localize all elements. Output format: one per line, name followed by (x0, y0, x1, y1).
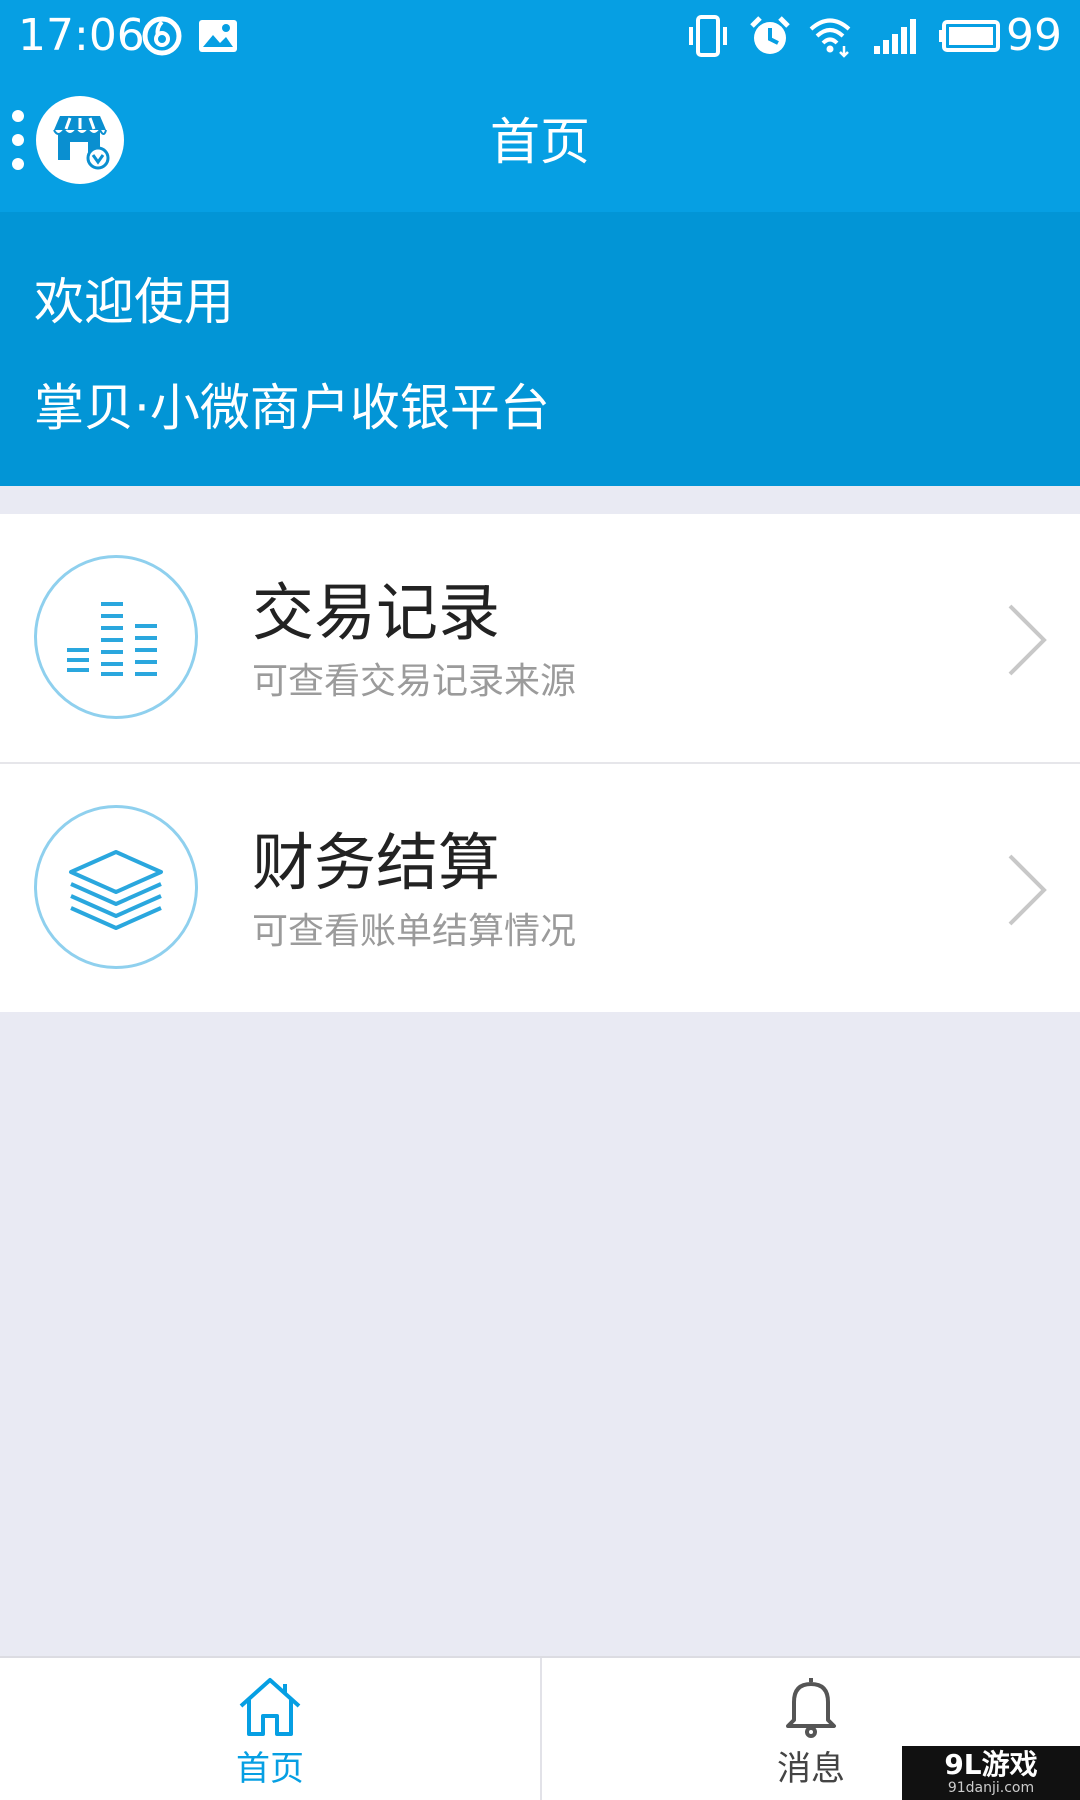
layers-icon (69, 850, 163, 930)
more-dots-icon[interactable] (12, 110, 26, 170)
battery-percent: 99 (1006, 10, 1062, 61)
item-subtitle: 可查看账单结算情况 (252, 911, 577, 952)
chevron-right-icon (1008, 604, 1047, 676)
home-screen: 17:06 99 首页 欢迎使用 掌贝·小微商户收银平台 交易记录 可查看交易记… (0, 0, 1080, 1800)
status-bar: 17:06 99 (0, 0, 1080, 72)
netease-music-icon (142, 16, 182, 56)
bell-icon (786, 1678, 836, 1738)
financial-settlement-icon-circle (34, 805, 198, 969)
transaction-records-item[interactable]: 交易记录 可查看交易记录来源 (0, 514, 1080, 762)
nav-home-label: 首页 (236, 1749, 304, 1789)
nav-home[interactable]: 首页 (0, 1658, 540, 1800)
item-title: 交易记录 (252, 576, 501, 649)
watermark-text: 9L游戏 (944, 1748, 1038, 1781)
bar-chart-icon (67, 602, 157, 676)
welcome-banner: 欢迎使用 掌贝·小微商户收银平台 (0, 212, 1080, 486)
gallery-icon (199, 20, 237, 52)
signal-icon (874, 19, 916, 54)
item-title: 财务结算 (252, 826, 501, 899)
item-subtitle: 可查看交易记录来源 (252, 661, 577, 702)
watermark-logo: 9L游戏 91danji.com (902, 1746, 1080, 1800)
app-header: 首页 (0, 72, 1080, 212)
feature-list: 交易记录 可查看交易记录来源 财务结算 可查看账单结算情况 (0, 514, 1080, 1012)
shop-avatar[interactable] (36, 96, 124, 184)
chevron-right-icon (1008, 854, 1047, 926)
transaction-records-icon-circle (34, 555, 198, 719)
page-title: 首页 (490, 113, 590, 171)
watermark-url: 91danji.com (947, 1780, 1035, 1796)
financial-settlement-item[interactable]: 财务结算 可查看账单结算情况 (0, 762, 1080, 1012)
shop-icon (53, 116, 110, 170)
vibrate-icon (689, 15, 727, 57)
wifi-icon (809, 18, 851, 58)
welcome-greeting: 欢迎使用 (34, 273, 234, 331)
status-time: 17:06 (18, 10, 145, 61)
battery-icon (939, 20, 1000, 52)
alarm-icon (750, 16, 790, 54)
platform-name: 掌贝·小微商户收银平台 (34, 379, 550, 437)
home-icon (239, 1678, 301, 1736)
